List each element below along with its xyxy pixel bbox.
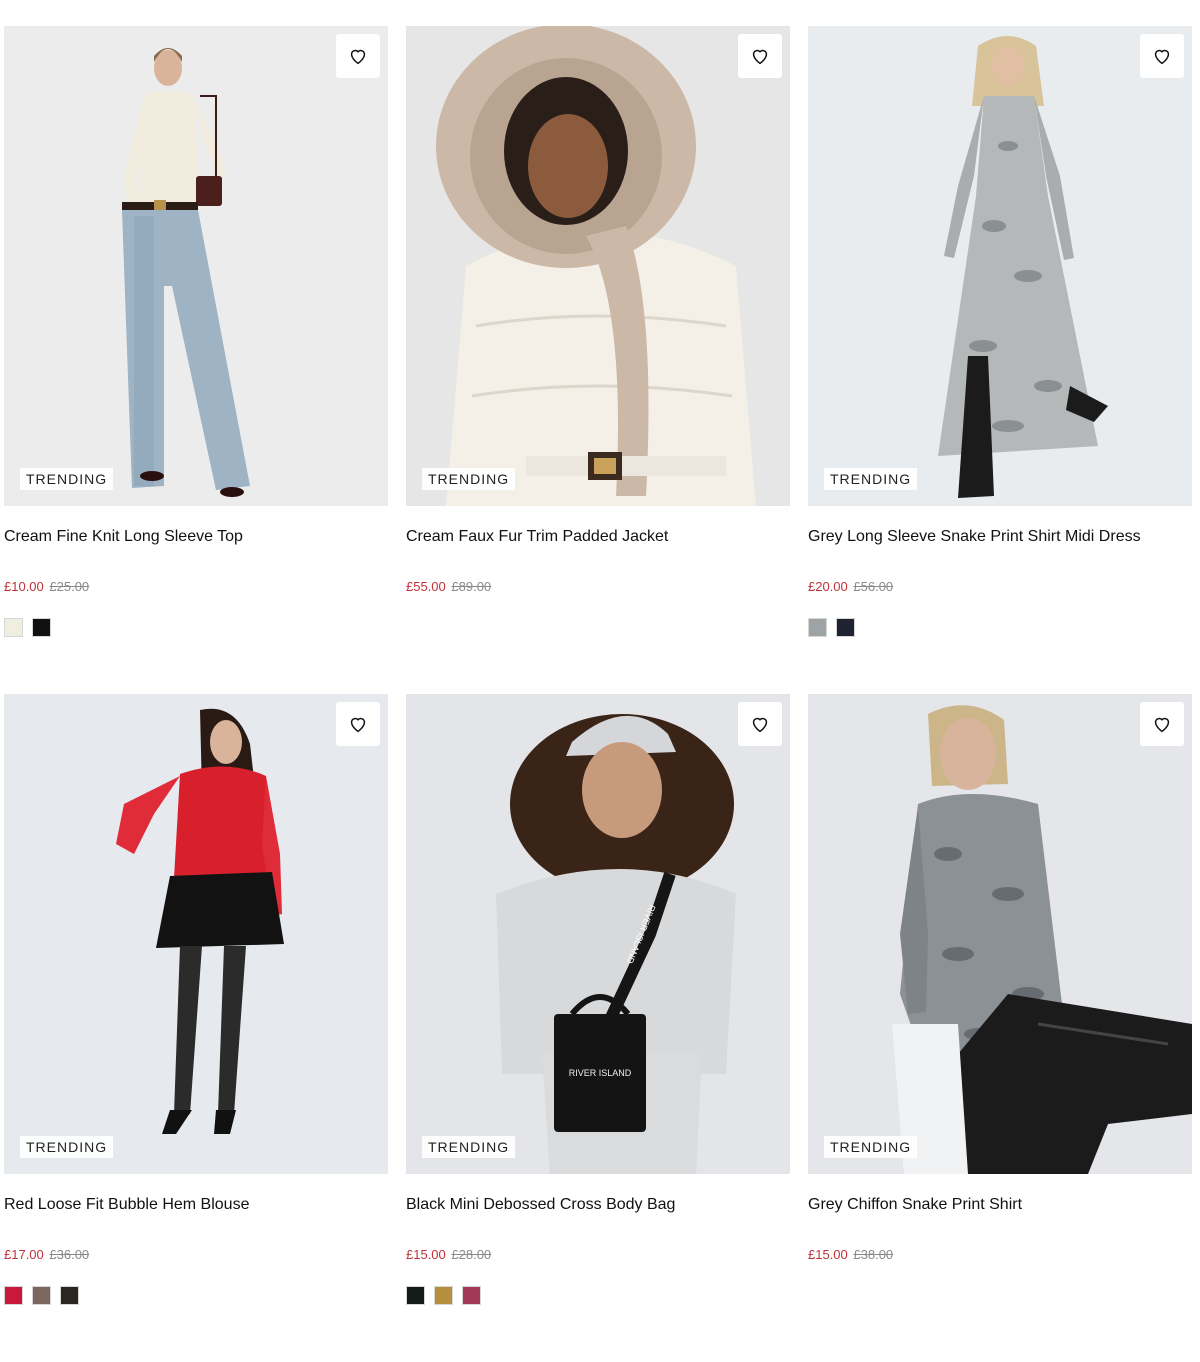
heart-icon [1154,49,1170,65]
sale-price: £10.00 [4,579,44,594]
product-image[interactable]: TRENDING [4,694,388,1174]
colour-swatches [808,618,1192,637]
product-price: £17.00 £36.00 [4,1246,388,1264]
trending-badge: TRENDING [20,1136,114,1158]
sale-price: £55.00 [406,579,446,594]
colour-swatch[interactable] [32,618,51,637]
trending-badge: TRENDING [422,468,516,490]
product-title[interactable]: Red Loose Fit Bubble Hem Blouse [4,1194,388,1216]
product-image[interactable]: TRENDING [406,26,790,506]
colour-swatch[interactable] [434,1286,453,1305]
wishlist-button[interactable] [738,702,782,746]
product-image[interactable]: RIVER ISLAND RIVER ISLAND TRENDING [406,694,790,1174]
product-card[interactable]: TRENDING Cream Fine Knit Long Sleeve Top… [4,26,388,694]
colour-swatch[interactable] [4,1286,23,1305]
product-title[interactable]: Cream Faux Fur Trim Padded Jacket [406,526,790,548]
product-card[interactable]: TRENDING Grey Chiffon Snake Print Shirt … [808,694,1192,1362]
heart-icon [350,717,366,733]
product-grid: TRENDING Cream Fine Knit Long Sleeve Top… [4,26,1192,1362]
product-card[interactable]: RIVER ISLAND RIVER ISLAND TRENDING Black… [406,694,790,1362]
product-price: £55.00 £89.00 [406,578,790,596]
heart-icon [752,717,768,733]
sale-price: £15.00 [406,1247,446,1262]
wishlist-button[interactable] [336,702,380,746]
bag-logo: RIVER ISLAND [569,1068,632,1078]
product-price: £15.00 £38.00 [808,1246,1192,1264]
colour-swatch[interactable] [4,618,23,637]
sale-price: £15.00 [808,1247,848,1262]
product-price: £10.00 £25.00 [4,578,388,596]
heart-icon [752,49,768,65]
sale-price: £20.00 [808,579,848,594]
product-price: £15.00 £28.00 [406,1246,790,1264]
heart-icon [350,49,366,65]
colour-swatches [4,1286,388,1305]
original-price: £56.00 [853,579,894,594]
product-image[interactable]: TRENDING [808,694,1192,1174]
original-price: £28.00 [451,1247,492,1262]
product-card[interactable]: TRENDING Grey Long Sleeve Snake Print Sh… [808,26,1192,694]
wishlist-button[interactable] [1140,702,1184,746]
product-title[interactable]: Grey Long Sleeve Snake Print Shirt Midi … [808,526,1192,548]
product-photo [406,26,790,506]
product-photo: RIVER ISLAND RIVER ISLAND [406,694,790,1174]
colour-swatch[interactable] [836,618,855,637]
product-card[interactable]: TRENDING Cream Faux Fur Trim Padded Jack… [406,26,790,694]
colour-swatches [4,618,388,637]
colour-swatches [808,1286,1192,1305]
product-title[interactable]: Grey Chiffon Snake Print Shirt [808,1194,1192,1216]
colour-swatch[interactable] [406,1286,425,1305]
product-card[interactable]: TRENDING Red Loose Fit Bubble Hem Blouse… [4,694,388,1362]
heart-icon [1154,717,1170,733]
original-price: £89.00 [451,579,492,594]
product-title[interactable]: Cream Fine Knit Long Sleeve Top [4,526,388,548]
colour-swatch[interactable] [32,1286,51,1305]
wishlist-button[interactable] [1140,34,1184,78]
trending-badge: TRENDING [422,1136,516,1158]
colour-swatch[interactable] [808,618,827,637]
product-image[interactable]: TRENDING [4,26,388,506]
wishlist-button[interactable] [336,34,380,78]
original-price: £38.00 [853,1247,894,1262]
product-photo [808,694,1192,1174]
product-photo [4,26,388,506]
colour-swatch[interactable] [60,1286,79,1305]
trending-badge: TRENDING [824,468,918,490]
colour-swatches [406,1286,790,1305]
product-image[interactable]: TRENDING [808,26,1192,506]
original-price: £25.00 [49,579,90,594]
wishlist-button[interactable] [738,34,782,78]
product-photo [4,694,388,1174]
trending-badge: TRENDING [20,468,114,490]
colour-swatch[interactable] [462,1286,481,1305]
colour-swatches [406,618,790,637]
product-price: £20.00 £56.00 [808,578,1192,596]
original-price: £36.00 [49,1247,90,1262]
product-photo [808,26,1192,506]
trending-badge: TRENDING [824,1136,918,1158]
sale-price: £17.00 [4,1247,44,1262]
product-title[interactable]: Black Mini Debossed Cross Body Bag [406,1194,790,1216]
